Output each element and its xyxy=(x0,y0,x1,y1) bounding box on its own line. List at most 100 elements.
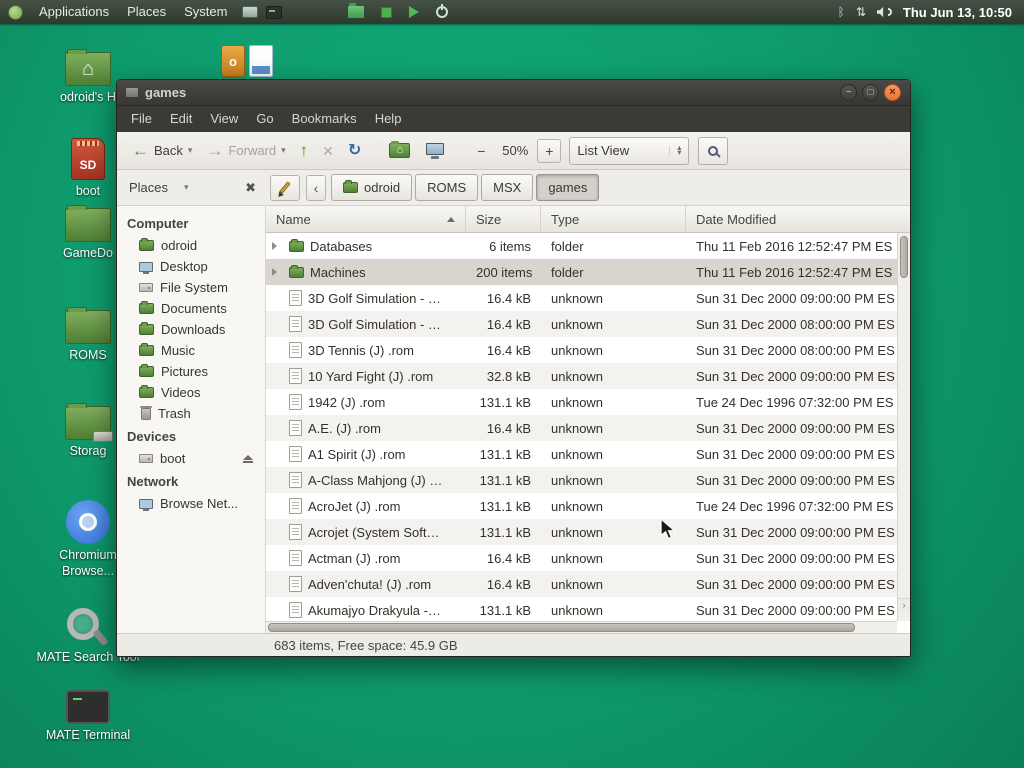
file-row[interactable]: Adven'chuta! (J) .rom16.4 kBunknownSun 3… xyxy=(266,571,897,597)
home-button[interactable]: ⌂ xyxy=(382,136,417,166)
column-header-name[interactable]: Name xyxy=(266,206,466,232)
forward-history-caret-icon[interactable]: ▾ xyxy=(281,145,286,156)
terminal-icon xyxy=(66,690,110,724)
folder-icon xyxy=(289,241,304,252)
terminal-launcher-icon[interactable] xyxy=(266,6,282,19)
sidebar-item-videos[interactable]: Videos xyxy=(117,382,265,403)
file-row[interactable]: Akumajyo Drakyula -…131.1 kBunknownSun 3… xyxy=(266,597,897,621)
close-button[interactable]: × xyxy=(884,84,901,101)
menu-go[interactable]: Go xyxy=(247,106,282,132)
search-icon-art xyxy=(67,604,109,646)
file-row[interactable]: A1 Spirit (J) .rom131.1 kBunknownSun 31 … xyxy=(266,441,897,467)
file-row[interactable]: Actman (J) .rom16.4 kBunknownSun 31 Dec … xyxy=(266,545,897,571)
breadcrumb-roms[interactable]: ROMS xyxy=(415,174,478,201)
horizontal-scrollbar-thumb[interactable] xyxy=(268,623,855,632)
stop-button[interactable]: ✕ xyxy=(315,136,341,166)
play-applet-icon[interactable] xyxy=(409,6,419,18)
sidebar-item-pictures[interactable]: Pictures xyxy=(117,361,265,382)
edit-location-button[interactable] xyxy=(270,175,300,201)
file-row[interactable]: 3D Tennis (J) .rom16.4 kBunknownSun 31 D… xyxy=(266,337,897,363)
clock[interactable]: Thu Jun 13, 10:50 xyxy=(903,5,1012,20)
sidebar-item-desktop[interactable]: Desktop xyxy=(117,256,265,277)
mate-menu-icon[interactable] xyxy=(8,5,23,20)
file-row[interactable]: AcroJet (J) .rom131.1 kBunknownTue 24 De… xyxy=(266,493,897,519)
size-cell: 16.4 kB xyxy=(466,291,541,306)
menu-edit[interactable]: Edit xyxy=(161,106,201,132)
up-button[interactable]: ↑ xyxy=(293,136,316,166)
menu-file[interactable]: File xyxy=(122,106,161,132)
view-mode-select[interactable]: List View ▴ ▾ xyxy=(569,137,689,165)
background-file-icon-2[interactable] xyxy=(249,45,273,77)
eject-icon[interactable] xyxy=(243,455,253,463)
monitor-screen-icon xyxy=(426,143,444,155)
zoom-in-button[interactable]: + xyxy=(537,139,561,163)
column-header-size[interactable]: Size xyxy=(466,206,541,232)
maximize-button[interactable]: □ xyxy=(862,84,879,101)
name-cell: 3D Golf Simulation - … xyxy=(266,316,466,332)
file-row[interactable]: Databases6 itemsfolderThu 11 Feb 2016 12… xyxy=(266,233,897,259)
sidebar-item-music[interactable]: Music xyxy=(117,340,265,361)
file-row[interactable]: A.E. (J) .rom16.4 kBunknownSun 31 Dec 20… xyxy=(266,415,897,441)
column-header-type[interactable]: Type xyxy=(541,206,686,232)
sidebar-item-file-system[interactable]: File System xyxy=(117,277,265,298)
forward-arrow-icon: → xyxy=(206,142,223,159)
sidebar-view-select[interactable]: Places ▾ xyxy=(129,180,241,195)
back-history-caret-icon[interactable]: ▾ xyxy=(188,145,193,156)
stop-applet-icon[interactable] xyxy=(381,7,392,18)
sidebar-item-downloads[interactable]: Downloads xyxy=(117,319,265,340)
sidebar-item-trash[interactable]: Trash xyxy=(117,403,265,424)
file-row[interactable]: A-Class Mahjong (J) …131.1 kBunknownSun … xyxy=(266,467,897,493)
folder-applet-icon[interactable] xyxy=(348,6,364,18)
menu-bookmarks[interactable]: Bookmarks xyxy=(283,106,366,132)
breadcrumb-msx[interactable]: MSX xyxy=(481,174,533,201)
scrollbar-step-right[interactable]: › xyxy=(897,598,910,610)
breadcrumb-games[interactable]: games xyxy=(536,174,599,201)
panel-menu-system[interactable]: System xyxy=(175,0,236,24)
horizontal-scrollbar[interactable] xyxy=(266,621,897,633)
vertical-scrollbar-thumb[interactable] xyxy=(900,236,908,278)
column-header-date-modified[interactable]: Date Modified xyxy=(686,206,897,232)
pencil-icon xyxy=(279,181,290,194)
sidebar-item-browse-net[interactable]: Browse Net... xyxy=(117,493,265,514)
expander-icon[interactable] xyxy=(272,242,283,250)
titlebar[interactable]: games − □ × xyxy=(117,80,910,106)
file-manager-launcher-icon[interactable] xyxy=(242,6,258,18)
expander-icon[interactable] xyxy=(272,268,283,276)
network-icon[interactable]: ⇅ xyxy=(856,5,866,19)
file-row[interactable]: 1942 (J) .rom131.1 kBunknownTue 24 Dec 1… xyxy=(266,389,897,415)
file-icon xyxy=(289,524,302,540)
zoom-out-button[interactable]: − xyxy=(469,139,493,163)
file-row[interactable]: Machines200 itemsfolderThu 11 Feb 2016 1… xyxy=(266,259,897,285)
file-row[interactable]: 3D Golf Simulation - …16.4 kBunknownSun … xyxy=(266,285,897,311)
minimize-button[interactable]: − xyxy=(840,84,857,101)
menu-view[interactable]: View xyxy=(201,106,247,132)
panel-menu-places[interactable]: Places xyxy=(118,0,175,24)
breadcrumb-scroll-left-button[interactable]: ‹ xyxy=(306,175,326,201)
sidebar-item-documents[interactable]: Documents xyxy=(117,298,265,319)
bluetooth-icon[interactable]: ᛒ xyxy=(838,5,845,19)
volume-icon[interactable] xyxy=(877,7,892,17)
file-name: A1 Spirit (J) .rom xyxy=(308,447,406,462)
power-applet-icon[interactable] xyxy=(436,6,448,18)
breadcrumb-odroid[interactable]: odroid xyxy=(331,174,412,201)
background-file-icon-1[interactable]: o xyxy=(221,45,245,77)
computer-button[interactable] xyxy=(417,136,453,166)
file-row[interactable]: Acrojet (System Soft…131.1 kBunknownSun … xyxy=(266,519,897,545)
vertical-scrollbar[interactable] xyxy=(897,233,910,621)
sidebar-item-boot[interactable]: boot xyxy=(117,448,265,469)
forward-button[interactable]: → Forward ▾ xyxy=(199,136,292,166)
back-label: Back xyxy=(154,143,183,158)
panel-menu-applications[interactable]: Applications xyxy=(30,0,118,24)
size-cell: 131.1 kB xyxy=(466,395,541,410)
desktop-icon-label: MATE Terminal xyxy=(46,728,130,744)
file-name: Akumajyo Drakyula -… xyxy=(308,603,441,618)
reload-button[interactable]: ↻ xyxy=(341,136,368,166)
sidebar-item-odroid[interactable]: odroid xyxy=(117,235,265,256)
menu-help[interactable]: Help xyxy=(366,106,411,132)
desktop-icon-mate-terminal[interactable]: MATE Terminal xyxy=(30,690,146,744)
close-sidebar-button[interactable]: ✖ xyxy=(241,180,260,196)
back-button[interactable]: ← Back ▾ xyxy=(125,136,199,166)
file-row[interactable]: 10 Yard Fight (J) .rom32.8 kBunknownSun … xyxy=(266,363,897,389)
search-button[interactable] xyxy=(698,137,728,165)
file-row[interactable]: 3D Golf Simulation - …16.4 kBunknownSun … xyxy=(266,311,897,337)
